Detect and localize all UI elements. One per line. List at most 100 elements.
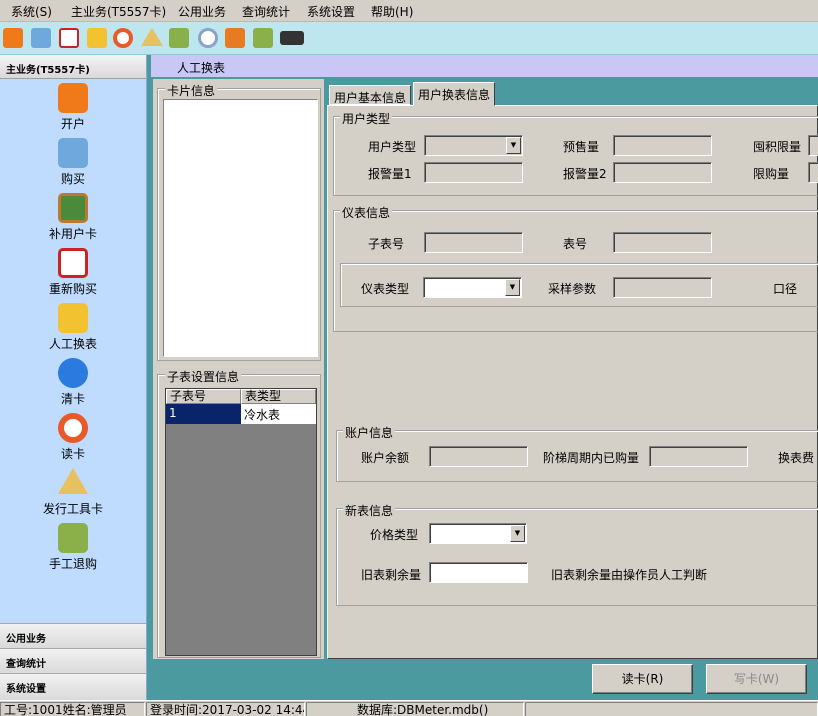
tier-bought-label: 阶梯周期内已购量 [543, 451, 640, 465]
tab-user-basic-info[interactable]: 用户基本信息 [329, 85, 412, 105]
main-area: 人工换表 卡片信息 子表设置信息 子表号 表类型 1 冷水表 用户基本信息 用户… [147, 55, 818, 700]
presale-field[interactable] [613, 135, 712, 156]
house-icon [58, 138, 88, 168]
old-remaining-field[interactable] [429, 562, 528, 583]
sidebar-item-read-card[interactable]: 读卡 [0, 413, 146, 468]
sidebar-item-open-account[interactable]: 开户 [0, 83, 146, 138]
menu-system-settings[interactable]: 系统设置 [307, 3, 355, 20]
sidebar-item-label: 发行工具卡 [42, 502, 103, 516]
sidebar-item-repurchase[interactable]: 重新购买 [0, 248, 146, 303]
sub-meter-no-field[interactable] [424, 232, 523, 253]
lifebuoy-icon [58, 413, 88, 443]
status-database: 数据库:DBMeter.mdb() [306, 702, 524, 716]
sub-meter-grid[interactable]: 子表号 表类型 1 冷水表 [165, 388, 317, 656]
chevron-down-icon[interactable]: ▼ [506, 137, 521, 154]
user-type-combo[interactable]: ▼ [424, 135, 523, 156]
sidebar-section-query-statistics[interactable]: 查询统计 [0, 648, 146, 673]
alarm2-field[interactable] [613, 162, 712, 183]
sidebar-item-label: 购买 [60, 172, 85, 186]
toolbar [0, 22, 818, 55]
chevron-down-icon[interactable]: ▼ [505, 279, 520, 296]
magnifier-icon[interactable] [198, 28, 218, 48]
sidebar-section-system-settings[interactable]: 系统设置 [0, 673, 146, 700]
download-icon[interactable] [225, 28, 245, 48]
status-operator: 工号:1001姓名:管理员 [0, 702, 145, 716]
menu-main-business[interactable]: 主业务(T5557卡) [71, 3, 166, 20]
refund-box-icon[interactable] [169, 28, 189, 48]
alarm2-label: 报警量2 [563, 167, 607, 181]
meter-type-combo[interactable]: ▼ [423, 277, 522, 298]
purchase-limit-label: 限购量 [753, 167, 790, 181]
sidebar-item-manual-replace[interactable]: 人工换表 [0, 303, 146, 358]
sidebar: 主业务(T5557卡) 开户 购买 补用户卡 重新购买 人工换表 清卡 读卡 发… [0, 55, 147, 700]
purchase-limit-field[interactable] [808, 162, 818, 183]
sampling-field[interactable] [613, 277, 712, 298]
sidebar-header[interactable]: 主业务(T5557卡) [0, 55, 146, 79]
write-card-button[interactable]: 写卡(W) [706, 664, 807, 694]
sidebar-item-issue-tool-card[interactable]: 发行工具卡 [0, 468, 146, 523]
bag-icon[interactable] [87, 28, 107, 48]
sidebar-item-manual-refund[interactable]: 手工退购 [0, 523, 146, 578]
chevron-down-icon[interactable]: ▼ [510, 525, 525, 542]
status-bar: 工号:1001姓名:管理员 登录时间:2017-03-02 14:44 数据库:… [0, 700, 818, 716]
grid-cell[interactable]: 1 [166, 404, 241, 424]
page-title: 人工换表 [151, 55, 818, 77]
sidebar-item-clear-card[interactable]: 清卡 [0, 358, 146, 413]
alarm1-field[interactable] [424, 162, 523, 183]
sidebar-item-label: 重新购买 [48, 282, 97, 296]
new-meter-group-title: 新表信息 [343, 502, 396, 519]
meter-no-field[interactable] [613, 232, 712, 253]
price-type-label: 价格类型 [370, 528, 419, 542]
grid-header-sub-meter-no[interactable]: 子表号 [166, 389, 241, 404]
price-type-combo[interactable]: ▼ [429, 523, 527, 544]
old-remaining-label: 旧表剩余量 [361, 568, 422, 582]
box-icon[interactable] [253, 28, 273, 48]
meter-no-label: 表号 [563, 237, 588, 251]
old-remaining-hint: 旧表剩余量由操作员人工判断 [551, 568, 708, 582]
sidebar-item-purchase[interactable]: 购买 [0, 138, 146, 193]
sub-meter-title: 子表设置信息 [165, 368, 242, 385]
sidebar-item-label: 手工退购 [48, 557, 97, 571]
grid-cell[interactable]: 冷水表 [241, 404, 316, 424]
presale-label: 预售量 [563, 140, 600, 154]
sidebar-item-reissue-card[interactable]: 补用户卡 [0, 193, 146, 248]
triangle-ruler-icon[interactable] [141, 28, 163, 46]
sidebar-item-label: 读卡 [60, 447, 85, 461]
sidebar-item-label: 补用户卡 [48, 227, 97, 241]
tab-user-replace-info[interactable]: 用户换表信息 [413, 82, 496, 106]
lifebuoy-icon[interactable] [113, 28, 133, 48]
area-limit-label: 囤积限量 [753, 140, 802, 154]
mail-icon[interactable] [59, 28, 79, 48]
sub-meter-no-label: 子表号 [368, 237, 405, 251]
sidebar-section-public-business[interactable]: 公用业务 [0, 623, 146, 648]
arrow-right-icon [58, 358, 88, 388]
purchase-icon[interactable] [31, 28, 51, 48]
triangle-icon [58, 468, 88, 494]
tab-content: 用户类型 用户类型 ▼ 预售量 囤积限量 报警量1 报警量2 限购量 仪表信息 … [327, 105, 818, 659]
tier-bought-field[interactable] [649, 446, 748, 467]
replace-fee-label: 换表费 [778, 451, 815, 465]
bag-icon [58, 303, 88, 333]
user-type-group-title: 用户类型 [340, 110, 393, 127]
picture-icon [58, 193, 88, 223]
user-type-group [333, 116, 818, 196]
caliber-label: 口径 [773, 282, 798, 296]
menu-system[interactable]: 系统(S) [11, 3, 52, 20]
account-info-group-title: 账户信息 [343, 424, 396, 441]
balance-field[interactable] [429, 446, 528, 467]
new-meter-group [336, 508, 818, 606]
menu-public-business[interactable]: 公用业务 [178, 3, 226, 20]
card-info-title: 卡片信息 [165, 82, 218, 99]
card-icon[interactable] [280, 31, 304, 45]
menu-query-statistics[interactable]: 查询统计 [242, 3, 290, 20]
card-info-list[interactable] [163, 99, 318, 357]
area-limit-field[interactable] [808, 135, 818, 156]
menu-help[interactable]: 帮助(H) [371, 3, 413, 20]
sampling-label: 采样参数 [548, 282, 597, 296]
open-account-icon[interactable] [3, 28, 23, 48]
balance-label: 账户余额 [361, 451, 410, 465]
grid-header-meter-type[interactable]: 表类型 [241, 389, 316, 404]
status-empty [525, 702, 818, 716]
read-card-button[interactable]: 读卡(R) [592, 664, 693, 694]
gmail-icon [58, 248, 88, 278]
